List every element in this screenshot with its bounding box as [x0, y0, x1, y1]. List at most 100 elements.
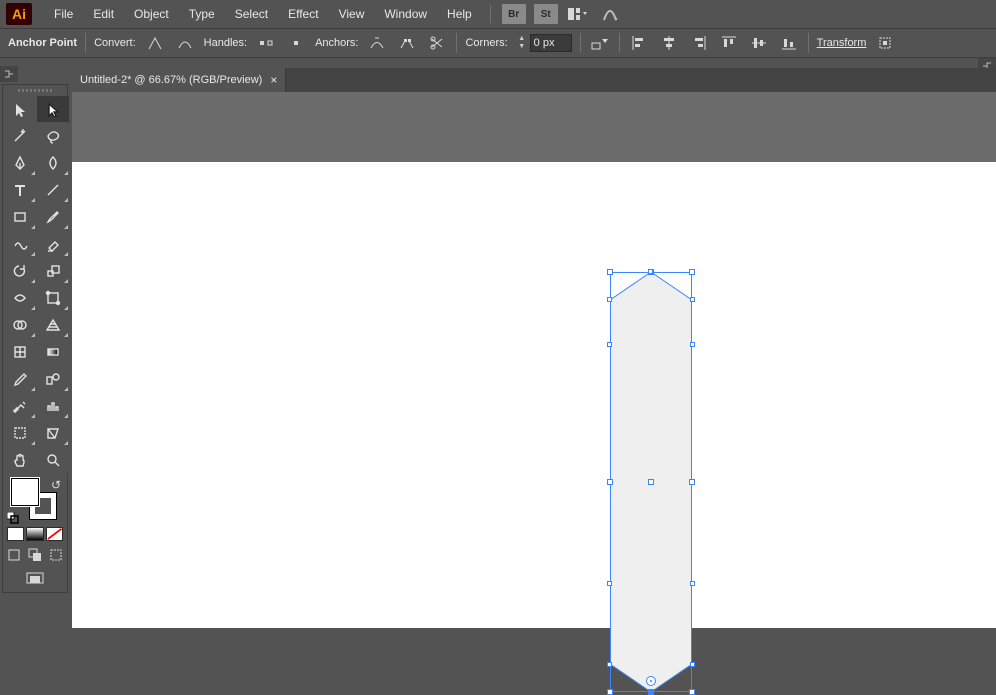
magic-wand-tool[interactable] [4, 123, 36, 149]
isolate-object-button[interactable] [589, 32, 611, 54]
remove-anchor-button[interactable] [366, 32, 388, 54]
align-vcenter-button[interactable] [748, 32, 770, 54]
align-right-button[interactable] [688, 32, 710, 54]
corners-stepper[interactable]: ▲▼ [516, 35, 528, 51]
type-tool[interactable] [4, 177, 36, 203]
anchor-point[interactable] [690, 297, 695, 302]
stock-button[interactable]: St [534, 4, 558, 24]
menu-edit[interactable]: Edit [83, 3, 124, 25]
blend-tool[interactable] [37, 366, 69, 392]
color-mode-solid[interactable] [7, 527, 24, 541]
hand-tool[interactable] [4, 447, 36, 473]
bbox-handle-br[interactable] [689, 689, 695, 695]
corners-input[interactable] [530, 34, 572, 52]
selection-tool[interactable] [4, 96, 36, 122]
curvature-tool[interactable] [37, 150, 69, 176]
close-tab-button[interactable]: × [270, 73, 277, 87]
anchor-point[interactable] [690, 581, 695, 586]
symbol-sprayer-tool[interactable] [4, 393, 36, 419]
menu-window[interactable]: Window [374, 3, 437, 25]
menu-view[interactable]: View [329, 3, 375, 25]
artboard-tool[interactable] [4, 420, 36, 446]
color-mode-gradient[interactable] [26, 527, 43, 541]
anchor-point[interactable] [648, 269, 653, 274]
separator [808, 33, 809, 53]
rotate-tool[interactable] [4, 258, 36, 284]
anchor-point[interactable] [690, 662, 695, 667]
tools-panel-grip[interactable] [3, 85, 67, 95]
constrain-proportions-button[interactable] [874, 32, 896, 54]
perspective-grid-tool[interactable] [37, 312, 69, 338]
fill-swatch[interactable] [11, 478, 39, 506]
anchor-point[interactable] [607, 297, 612, 302]
cut-path-button[interactable] [426, 32, 448, 54]
anchor-point-selected[interactable] [648, 690, 653, 695]
convert-to-smooth-button[interactable] [174, 32, 196, 54]
swap-fill-stroke-icon[interactable]: ↺ [51, 478, 61, 492]
separator [85, 33, 86, 53]
bridge-button[interactable]: Br [502, 4, 526, 24]
menu-effect[interactable]: Effect [278, 3, 328, 25]
convert-label: Convert: [94, 37, 136, 49]
bbox-handle-center[interactable] [648, 479, 654, 485]
direct-selection-tool[interactable] [37, 96, 69, 122]
bbox-handle-bl[interactable] [607, 689, 613, 695]
bbox-handle-tr[interactable] [689, 269, 695, 275]
rectangle-tool[interactable] [4, 204, 36, 230]
show-handles-multi-button[interactable] [255, 32, 277, 54]
lasso-tool[interactable] [37, 123, 69, 149]
selected-shape[interactable] [610, 272, 692, 692]
align-left-button[interactable] [628, 32, 650, 54]
eraser-tool[interactable] [37, 231, 69, 257]
color-mode-row [3, 524, 67, 544]
free-transform-tool[interactable] [37, 285, 69, 311]
convert-to-corner-button[interactable] [144, 32, 166, 54]
menu-object[interactable]: Object [124, 3, 179, 25]
bbox-handle-mr[interactable] [689, 479, 695, 485]
line-segment-tool[interactable] [37, 177, 69, 203]
eyedropper-tool[interactable] [4, 366, 36, 392]
transform-panel-link[interactable]: Transform [817, 37, 867, 49]
width-tool[interactable] [4, 285, 36, 311]
menu-file[interactable]: File [44, 3, 83, 25]
live-corner-widget[interactable] [646, 676, 656, 686]
document-tab[interactable]: Untitled-2* @ 66.67% (RGB/Preview) × [72, 68, 286, 92]
align-top-button[interactable] [718, 32, 740, 54]
gradient-tool[interactable] [37, 339, 69, 365]
scale-tool[interactable] [37, 258, 69, 284]
anchor-point[interactable] [607, 581, 612, 586]
menu-select[interactable]: Select [225, 3, 278, 25]
draw-normal-button[interactable] [3, 544, 24, 566]
draw-behind-button[interactable] [24, 544, 45, 566]
paintbrush-tool[interactable] [37, 204, 69, 230]
anchor-point[interactable] [690, 342, 695, 347]
connect-endpoints-button[interactable] [396, 32, 418, 54]
hide-handles-multi-button[interactable] [285, 32, 307, 54]
menu-type[interactable]: Type [179, 3, 225, 25]
bbox-handle-ml[interactable] [607, 479, 613, 485]
align-bottom-button[interactable] [778, 32, 800, 54]
color-mode-none[interactable] [46, 527, 63, 541]
zoom-tool[interactable] [37, 447, 69, 473]
gpu-performance-button[interactable] [598, 4, 622, 24]
anchor-point[interactable] [607, 342, 612, 347]
default-fill-stroke-icon[interactable] [7, 512, 19, 524]
pen-tool[interactable] [4, 150, 36, 176]
anchor-point[interactable] [607, 662, 612, 667]
align-hcenter-button[interactable] [658, 32, 680, 54]
panel-dock-collapse-left[interactable] [0, 66, 18, 82]
slice-tool[interactable] [37, 420, 69, 446]
screen-mode-button[interactable] [3, 566, 67, 592]
artboard[interactable] [72, 162, 996, 628]
column-graph-tool[interactable] [37, 393, 69, 419]
canvas-area[interactable] [72, 92, 996, 628]
mesh-tool[interactable] [4, 339, 36, 365]
draw-inside-button[interactable] [46, 544, 67, 566]
arrange-documents-button[interactable] [566, 4, 590, 24]
shape-builder-tool[interactable] [4, 312, 36, 338]
menu-help[interactable]: Help [437, 3, 482, 25]
bbox-handle-tl[interactable] [607, 269, 613, 275]
separator [456, 33, 457, 53]
shaper-tool[interactable] [4, 231, 36, 257]
draw-modes-row [3, 544, 67, 566]
